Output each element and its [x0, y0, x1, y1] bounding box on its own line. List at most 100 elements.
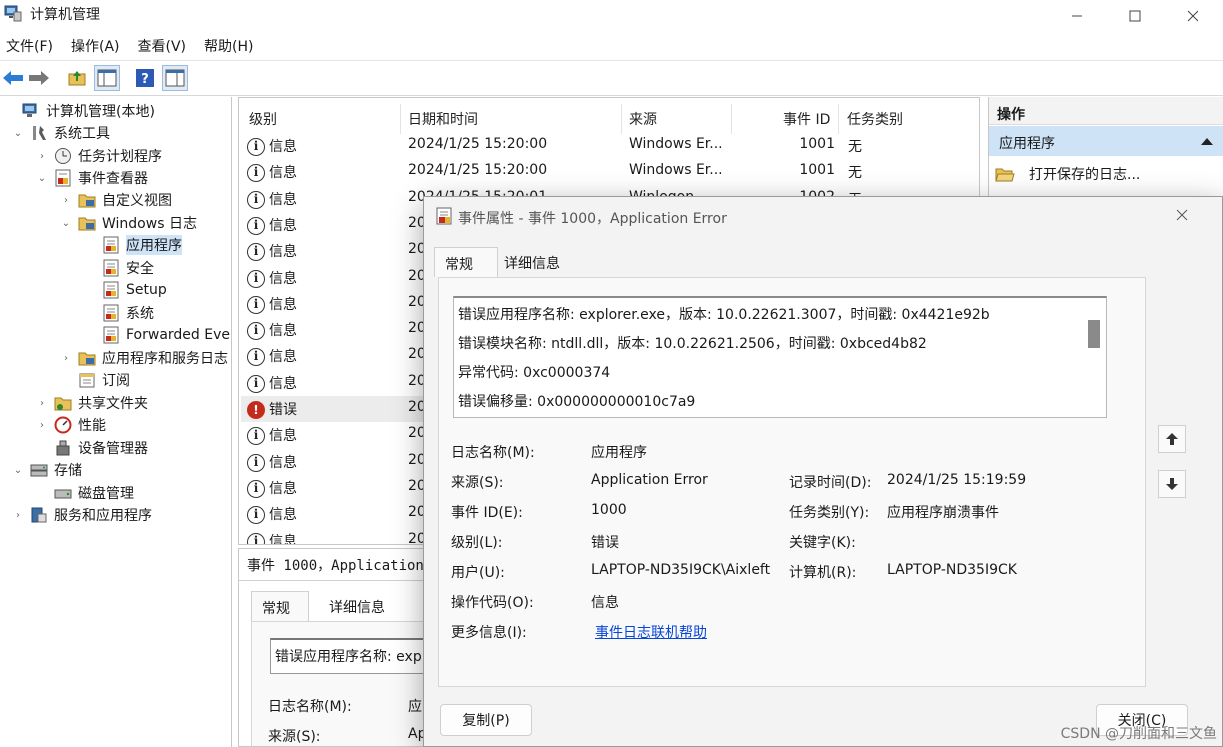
show-hide-action-pane-button[interactable]	[162, 65, 188, 91]
tree-item-0[interactable]: 计算机管理(本地)	[4, 100, 155, 122]
maximize-icon	[1129, 10, 1141, 22]
row-level: i 信息	[247, 320, 297, 341]
column-header-source[interactable]: 来源	[629, 104, 657, 134]
dialog-close-button[interactable]	[1170, 203, 1194, 227]
source-label: 来源(S):	[451, 475, 504, 491]
row-level: i 信息	[247, 531, 297, 544]
dialog-tab-details[interactable]: 详细信息	[494, 247, 578, 277]
minimize-button[interactable]	[1047, 0, 1107, 32]
computer-label: 计算机(R):	[789, 565, 857, 581]
collapse-up-icon	[1201, 138, 1213, 145]
tree-item-15[interactable]: 设备管理器	[36, 437, 148, 459]
user-value: LAPTOP-ND35I9CK\Aixleft	[591, 562, 771, 578]
minimize-icon	[1072, 15, 1082, 17]
row-level-text: 信息	[269, 349, 297, 366]
column-header-level[interactable]: 级别	[249, 104, 277, 134]
tree-item-4[interactable]: › 自定义视图	[60, 189, 172, 211]
maximize-button[interactable]	[1105, 0, 1165, 32]
row-level-text: 信息	[269, 323, 297, 340]
column-header-task-category[interactable]: 任务类别	[847, 104, 903, 134]
column-header-event-id[interactable]: 事件 ID	[783, 104, 830, 134]
menu-help[interactable]: 帮助(H)	[204, 36, 253, 56]
expand-toggle-icon[interactable]: ›	[60, 195, 72, 206]
keywords-label: 关键字(K):	[789, 535, 856, 551]
expand-toggle-icon[interactable]: ⌄	[36, 173, 48, 184]
info-icon: i	[247, 427, 265, 446]
expand-toggle-icon[interactable]: ⌄	[12, 465, 24, 476]
column-separator[interactable]	[838, 104, 839, 134]
preview-header: 事件 1000，Application E	[247, 558, 441, 574]
description-scroll-thumb[interactable]	[1088, 320, 1100, 348]
expand-toggle-icon[interactable]: ⌄	[12, 128, 24, 139]
column-separator[interactable]	[731, 104, 732, 134]
tree-item-2[interactable]: › 任务计划程序	[36, 145, 162, 167]
preview-tab-details[interactable]: 详细信息	[319, 591, 399, 621]
shared-folder-icon	[54, 397, 72, 411]
tree-item-17[interactable]: 磁盘管理	[36, 482, 134, 504]
expand-toggle-icon[interactable]: ⌄	[60, 218, 72, 229]
tree-item-5[interactable]: ⌄ Windows 日志	[60, 212, 197, 234]
row-event-id: 1001	[799, 162, 835, 179]
table-row[interactable]: i 信息 2024/1/25 15:20:00 Windows Er... 无 1001	[241, 159, 953, 185]
expand-toggle-icon[interactable]: ›	[60, 353, 72, 364]
actions-section-label: 应用程序	[999, 136, 1055, 152]
back-button[interactable]	[0, 65, 26, 91]
expand-toggle-icon[interactable]: ›	[12, 510, 24, 521]
table-row[interactable]: i 信息 2024/1/25 15:20:00 Windows Er... 无 1001	[241, 133, 953, 159]
actions-section-application[interactable]: 应用程序	[989, 126, 1223, 156]
log-icon	[103, 326, 119, 344]
tree-item-7[interactable]: 安全	[84, 257, 154, 279]
menu-action[interactable]: 操作(A)	[71, 36, 120, 56]
show-hide-tree-button[interactable]	[94, 65, 120, 91]
row-level-text: 信息	[269, 428, 297, 445]
clock-icon	[55, 148, 71, 164]
row-level-text: 信息	[269, 375, 297, 392]
logged-label: 记录时间(D):	[789, 475, 872, 491]
info-icon: i	[247, 348, 265, 367]
dialog-tab-general[interactable]: 常规	[434, 247, 498, 277]
tree-item-label: 安全	[126, 261, 154, 277]
tree-item-13[interactable]: › 共享文件夹	[36, 392, 148, 414]
tree-item-10[interactable]: Forwarded Even	[84, 324, 232, 346]
row-level-text: 信息	[269, 296, 297, 313]
forward-button[interactable]	[26, 65, 52, 91]
column-header-datetime[interactable]: 日期和时间	[408, 104, 478, 134]
tree-item-16[interactable]: ⌄ 存储	[12, 459, 82, 481]
tree-item-label: 应用程序和服务日志	[102, 351, 228, 367]
column-separator[interactable]	[400, 104, 401, 134]
menu-view[interactable]: 查看(V)	[138, 36, 187, 56]
tree-item-18[interactable]: › 服务和应用程序	[12, 504, 152, 526]
preview-tab-general[interactable]: 常规	[251, 591, 309, 621]
toolbar: ?	[0, 60, 1223, 96]
row-level-text: 错误	[269, 402, 297, 418]
previous-event-button[interactable]	[1158, 425, 1186, 453]
tree-item-8[interactable]: Setup	[84, 279, 167, 301]
tree-item-14[interactable]: › 性能	[36, 414, 106, 436]
folder-icon	[78, 194, 96, 208]
tree-item-1[interactable]: ⌄ 系统工具	[12, 122, 110, 144]
action-open-saved-log[interactable]: 打开保存的日志...	[995, 161, 1223, 187]
copy-button[interactable]: 复制(P)	[440, 704, 532, 736]
menu-file[interactable]: 文件(F)	[6, 36, 53, 56]
next-event-button[interactable]	[1158, 470, 1186, 498]
up-level-button[interactable]	[64, 65, 90, 91]
close-icon	[1176, 209, 1188, 221]
expand-toggle-icon[interactable]: ›	[36, 151, 48, 162]
tree-item-3[interactable]: ⌄ 事件查看器	[36, 167, 148, 189]
expand-toggle-icon[interactable]: ›	[36, 398, 48, 409]
tree-item-label: Forwarded Even	[126, 327, 232, 343]
event-log-online-help-link[interactable]: 事件日志联机帮助	[595, 622, 707, 642]
svg-text:?: ?	[141, 72, 149, 87]
tree-item-9[interactable]: 系统	[84, 302, 154, 324]
event-description-box[interactable]: 错误应用程序名称: explorer.exe，版本: 10.0.22621.30…	[453, 296, 1107, 418]
tree-item-label: 事件查看器	[78, 171, 148, 187]
tree-item-11[interactable]: › 应用程序和服务日志	[60, 347, 228, 369]
tree-item-6[interactable]: 应用程序	[84, 234, 182, 256]
console-tree: 计算机管理(本地) ⌄ 系统工具 › 任务计划程序 ⌄ 事件查看器 › 自定义视图 ⌄ Window…	[0, 97, 232, 747]
tree-item-12[interactable]: 订阅	[60, 369, 130, 391]
help-button[interactable]: ?	[132, 65, 158, 91]
expand-toggle-icon[interactable]: ›	[36, 420, 48, 431]
column-separator[interactable]	[621, 104, 622, 134]
close-window-button[interactable]	[1163, 0, 1223, 32]
more-info-label: 更多信息(I):	[451, 625, 527, 641]
